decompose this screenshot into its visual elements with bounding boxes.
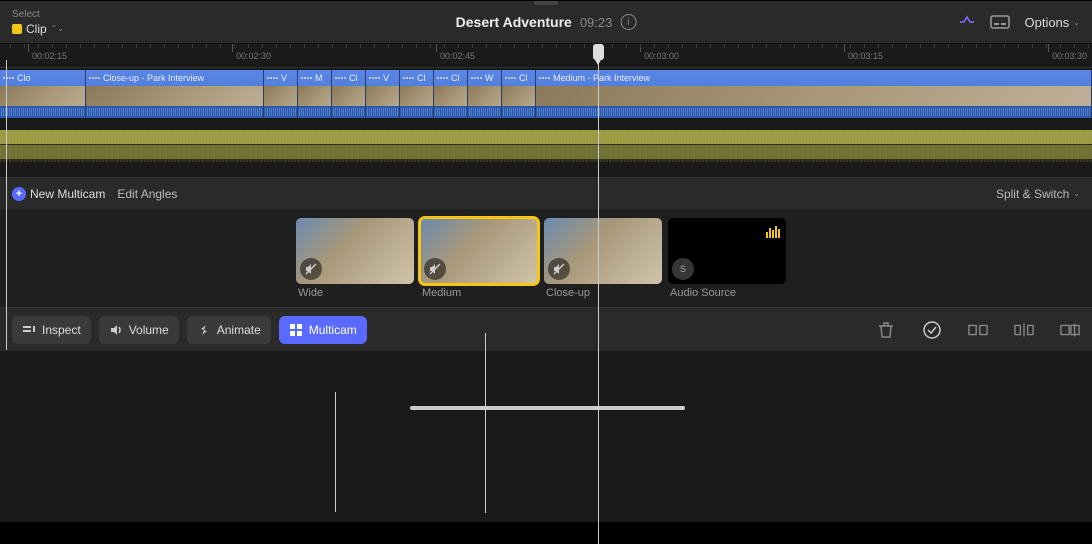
snapping-icon[interactable] [958,15,976,29]
timeline-clip[interactable]: Cl [502,70,536,118]
timeline-clip[interactable]: M [298,70,332,118]
new-multicam-button[interactable]: + New Multicam [12,187,105,201]
project-title-group: Desert Adventure 09:23 i [456,14,637,30]
bottom-toolbar: Inspect Volume Animate Multicam [0,307,1092,351]
multicam-button[interactable]: Multicam [279,316,367,344]
angle-close-up[interactable]: Close-up [544,218,662,299]
timeline-clip[interactable]: Clo [0,70,86,118]
project-duration: 09:23 [580,15,613,30]
animate-button[interactable]: Animate [187,316,271,344]
captions-icon[interactable] [990,14,1010,30]
options-menu[interactable]: Options ⌄ [1024,15,1080,30]
timeline-ruler[interactable]: 00:02:1500:02:3000:02:4500:03:0000:03:15… [0,44,1092,68]
edit-angles-button[interactable]: Edit Angles [117,187,177,201]
callout-line [485,333,486,513]
ruler-tick: 00:03:00 [640,44,679,67]
callout-line [6,60,7,350]
ruler-tick: 00:03:30 [1048,44,1087,67]
ruler-tick: 00:02:30 [232,44,271,67]
video-track[interactable]: CloClose-up - Park InterviewVMClVClClWCl… [0,70,1092,118]
mute-icon[interactable] [300,258,322,280]
select-label: Select [12,9,64,20]
drag-handle[interactable] [534,1,558,5]
timeline-clip[interactable]: Cl [434,70,468,118]
angle-label: Medium [420,287,538,299]
inspect-button[interactable]: Inspect [12,316,91,344]
angle-label: Close-up [544,287,662,299]
select-value: Clip [26,22,47,36]
mute-icon[interactable] [424,258,446,280]
plus-icon: + [12,187,26,201]
callout-line [335,392,336,512]
info-icon[interactable]: i [620,14,636,30]
clip-icon [12,24,22,34]
scroll-indicator[interactable] [410,406,685,410]
mute-icon[interactable] [548,258,570,280]
angle-audio-source[interactable]: S Audio Source [668,218,786,299]
angles-row: Wide Medium Close-up S Audio Source [0,210,1092,307]
audio-meter-icon [766,224,780,238]
playhead-head[interactable] [593,44,604,60]
timeline[interactable]: CloClose-up - Park InterviewVMClVClClWCl… [0,68,1092,178]
insert-clip-icon[interactable] [1014,320,1034,340]
project-title: Desert Adventure [456,14,572,30]
split-switch-menu[interactable]: Split & Switch ⌄ [996,187,1080,201]
checkmark-circle-icon[interactable] [922,320,942,340]
angle-label: Wide [296,287,414,299]
select-menu[interactable]: Select Clip ⌃⌄ [12,9,64,36]
timeline-clip[interactable]: Cl [400,70,434,118]
timeline-clip[interactable]: Cl [332,70,366,118]
timeline-clip[interactable]: W [468,70,502,118]
chevron-down-icon: ⌃⌄ [51,24,64,33]
solo-icon[interactable]: S [672,258,694,280]
angle-wide[interactable]: Wide [296,218,414,299]
angle-label: Audio Source [668,287,786,299]
volume-button[interactable]: Volume [99,316,179,344]
chevron-down-icon: ⌄ [1073,189,1080,198]
trash-icon[interactable] [876,320,896,340]
timeline-clip[interactable]: V [366,70,400,118]
header-bar: Select Clip ⌃⌄ Desert Adventure 09:23 i … [0,0,1092,44]
overwrite-clip-icon[interactable] [1060,320,1080,340]
timeline-clip[interactable]: V [264,70,298,118]
multicam-bar: + New Multicam Edit Angles Split & Switc… [0,178,1092,210]
timeline-clip[interactable]: Medium - Park Interview [536,70,1092,118]
playhead[interactable] [598,44,599,544]
split-clip-icon[interactable] [968,320,988,340]
angle-medium[interactable]: Medium [420,218,538,299]
ruler-tick: 00:02:45 [436,44,475,67]
chevron-down-icon: ⌄ [1073,18,1080,27]
ruler-tick: 00:02:15 [28,44,67,67]
timeline-clip[interactable]: Close-up - Park Interview [86,70,264,118]
audio-track[interactable] [0,130,1092,162]
